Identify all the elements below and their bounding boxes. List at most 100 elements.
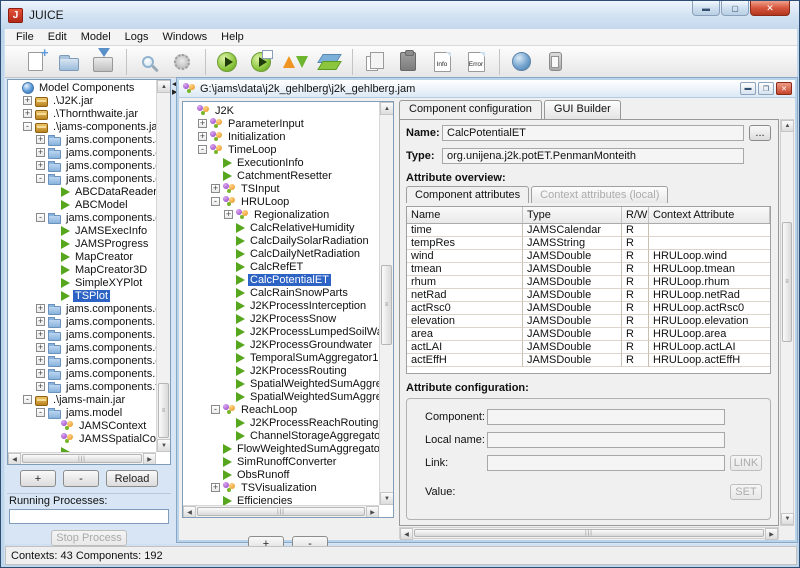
column-header[interactable]: Name: [407, 207, 523, 223]
tree-item[interactable]: ABCDataReader: [8, 185, 156, 198]
tree-item[interactable]: CalcRefET: [183, 260, 379, 273]
expand-toggle[interactable]: -: [23, 395, 32, 404]
tree-item[interactable]: J2KProcessSnow: [183, 312, 379, 325]
model-tree-horizontal-scrollbar[interactable]: ◀ ||| ▶: [183, 505, 379, 517]
config-horizontal-scrollbar[interactable]: ◀ ||| ▶: [399, 527, 779, 539]
tree-item[interactable]: + jams.components.io: [8, 315, 156, 328]
tree-item[interactable]: + jams.components.machine: [8, 328, 156, 341]
tree-item[interactable]: - TimeLoop: [183, 143, 379, 156]
column-header[interactable]: Context Attribute: [649, 207, 770, 223]
exchange-button[interactable]: [279, 48, 311, 76]
tab-component-attributes[interactable]: Component attributes: [406, 186, 529, 203]
tree-item[interactable]: + jams.components.optimize: [8, 341, 156, 354]
scroll-down-arrow[interactable]: ▼: [781, 513, 794, 525]
tree-item[interactable]: ChannelStorageAggregator: [183, 429, 379, 442]
tree-item[interactable]: + TSInput: [183, 182, 379, 195]
table-row[interactable]: actRsc0 JAMSDouble R HRULoop.actRsc0: [407, 302, 770, 315]
tree-item[interactable]: - ReachLoop: [183, 403, 379, 416]
table-row[interactable]: netRad JAMSDouble R HRULoop.netRad: [407, 289, 770, 302]
expand-toggle[interactable]: -: [36, 213, 45, 222]
column-header[interactable]: R/W: [622, 207, 649, 223]
device-button[interactable]: [539, 48, 571, 76]
tree-item[interactable]: J2KProcessReachRouting: [183, 416, 379, 429]
tree-item[interactable]: J2KProcessGroundwater: [183, 338, 379, 351]
menu-item[interactable]: Edit: [41, 30, 74, 44]
tree-item[interactable]: CatchmentResetter: [183, 169, 379, 182]
scrollbar-thumb[interactable]: |||: [197, 507, 365, 516]
tree-item[interactable]: JAMSSpatialContext: [8, 432, 156, 445]
tree-item[interactable]: CalcRelativeHumidity: [183, 221, 379, 234]
expand-toggle[interactable]: -: [36, 408, 45, 417]
tree-item[interactable]: TemporalSumAggregator1: [183, 351, 379, 364]
tree-item[interactable]: J2KProcessRouting: [183, 364, 379, 377]
expand-toggle[interactable]: +: [36, 304, 45, 313]
frame-close-button[interactable]: ✕: [776, 82, 792, 95]
tree-item[interactable]: JAMSContext: [8, 419, 156, 432]
expand-toggle[interactable]: +: [23, 96, 32, 105]
new-model-button[interactable]: [19, 48, 51, 76]
tree-item[interactable]: - jams.components.demo.ab: [8, 172, 156, 185]
tree-item[interactable]: SpatialWeightedSumAggrega: [183, 377, 379, 390]
tree-item[interactable]: + jams.components.conditio: [8, 146, 156, 159]
tree-item[interactable]: J2KProcessInterception: [183, 299, 379, 312]
left-tree-horizontal-scrollbar[interactable]: ◀ ||| ▶: [8, 452, 156, 464]
model-tree-vertical-scrollbar[interactable]: ▲ ≡ ▼: [379, 102, 393, 505]
scrollbar-thumb[interactable]: |||: [414, 529, 764, 537]
tree-item[interactable]: J2K: [183, 104, 379, 117]
tab-gui-builder[interactable]: GUI Builder: [544, 100, 621, 119]
tree-item[interactable]: - jams.components.gui: [8, 211, 156, 224]
table-row[interactable]: rhum JAMSDouble R HRULoop.rhum: [407, 276, 770, 289]
scroll-left-arrow[interactable]: ◀: [400, 528, 413, 540]
expand-toggle[interactable]: -: [23, 122, 32, 131]
scroll-right-arrow[interactable]: ▶: [366, 506, 379, 518]
tree-item[interactable]: + jams.components.tools: [8, 380, 156, 393]
tree-item[interactable]: [8, 445, 156, 452]
tree-item[interactable]: - .\jams-main.jar: [8, 393, 156, 406]
tree-item[interactable]: FlowWeightedSumAggregator: [183, 442, 379, 455]
reload-button[interactable]: Reload: [106, 470, 158, 487]
table-row[interactable]: time JAMSCalendar R: [407, 224, 770, 237]
scroll-up-arrow[interactable]: ▲: [380, 102, 394, 115]
stop-process-button[interactable]: Stop Process: [51, 530, 127, 546]
tree-item[interactable]: + .\J2K.jar: [8, 94, 156, 107]
tree-item[interactable]: SimRunoffConverter: [183, 455, 379, 468]
running-processes-list[interactable]: [9, 509, 169, 524]
frame-minimize-button[interactable]: ▬: [740, 82, 756, 95]
open-model-button[interactable]: [53, 48, 85, 76]
tree-item[interactable]: + jams.components.optimize: [8, 354, 156, 367]
scroll-left-arrow[interactable]: ◀: [8, 453, 21, 465]
tree-item[interactable]: ObsRunoff: [183, 468, 379, 481]
tree-item[interactable]: + TSVisualization: [183, 481, 379, 494]
tree-item[interactable]: CalcPotentialET: [183, 273, 379, 286]
tree-item[interactable]: + jams.components.gui.spre: [8, 302, 156, 315]
tree-item[interactable]: CalcDailySolarRadiation: [183, 234, 379, 247]
copy-button[interactable]: [358, 48, 390, 76]
tree-item[interactable]: SpatialWeightedSumAggrega: [183, 390, 379, 403]
link-button[interactable]: LINK: [730, 455, 762, 471]
component-name-field[interactable]: CalcPotentialET: [442, 125, 744, 141]
expand-toggle[interactable]: +: [36, 317, 45, 326]
table-row[interactable]: wind JAMSDouble R HRULoop.wind: [407, 250, 770, 263]
table-row[interactable]: actEffH JAMSDouble R HRULoop.actEffH: [407, 354, 770, 367]
expand-toggle[interactable]: -: [198, 145, 207, 154]
tree-item[interactable]: CalcRainSnowParts: [183, 286, 379, 299]
local-name-input[interactable]: [487, 432, 725, 448]
expand-toggle[interactable]: +: [211, 483, 220, 492]
tree-item[interactable]: ExecutionInfo: [183, 156, 379, 169]
expand-toggle[interactable]: +: [36, 343, 45, 352]
left-tree-vertical-scrollbar[interactable]: ▲ ≡ ▼: [156, 80, 170, 452]
expand-toggle[interactable]: +: [198, 119, 207, 128]
link-input[interactable]: [487, 455, 725, 471]
table-row[interactable]: tmean JAMSDouble R HRULoop.tmean: [407, 263, 770, 276]
expand-toggle[interactable]: -: [211, 405, 220, 414]
tree-item[interactable]: JAMSExecInfo: [8, 224, 156, 237]
frame-restore-button[interactable]: ❐: [758, 82, 774, 95]
expand-toggle[interactable]: +: [23, 109, 32, 118]
browse-button[interactable]: ...: [749, 125, 771, 141]
layers-button[interactable]: [313, 48, 345, 76]
tree-item[interactable]: + jams.components.debug: [8, 159, 156, 172]
tab-component-configuration[interactable]: Component configuration: [399, 100, 542, 119]
tree-item[interactable]: - jams.model: [8, 406, 156, 419]
tree-item[interactable]: - .\jams-components.jar: [8, 120, 156, 133]
menu-item[interactable]: Help: [214, 30, 251, 44]
